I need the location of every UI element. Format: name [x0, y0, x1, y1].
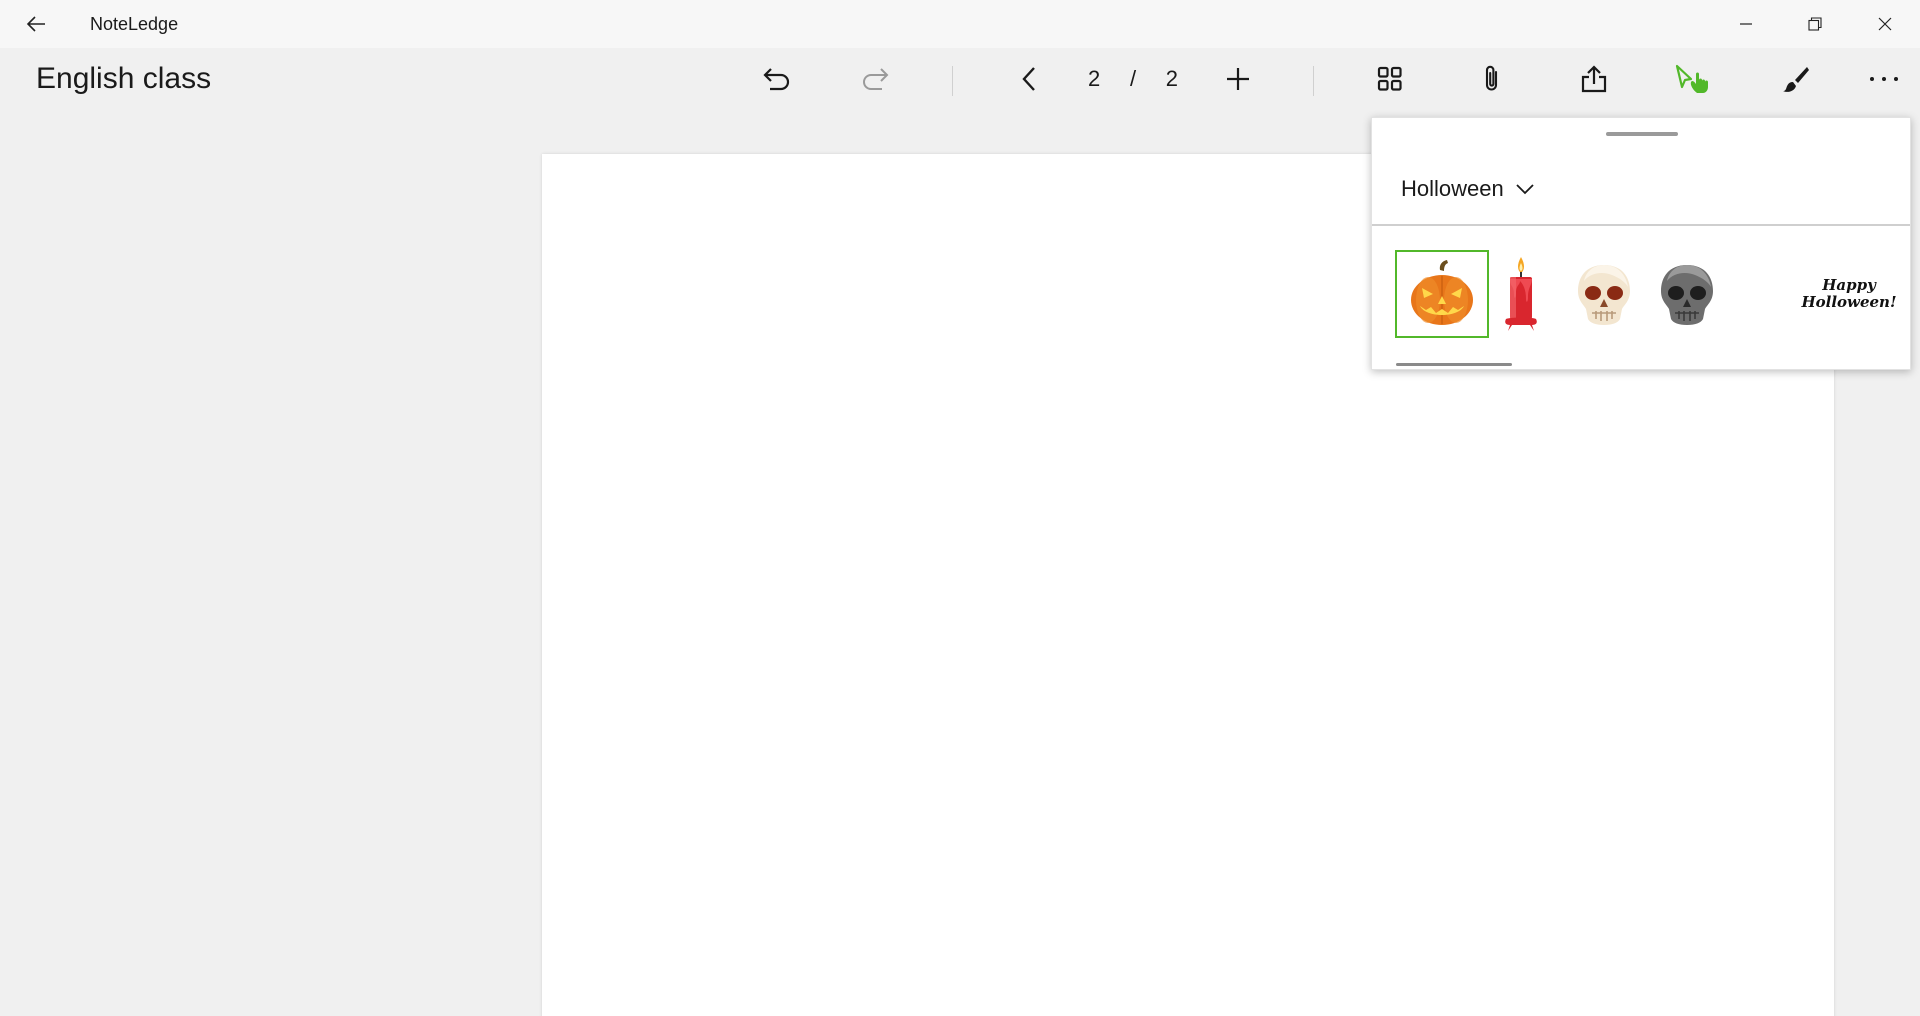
- total-pages: 2: [1165, 66, 1178, 91]
- sticker-skull-white[interactable]: [1557, 250, 1651, 338]
- jack-o-lantern-icon: [1411, 260, 1473, 325]
- sticker-category-label: Holloween: [1401, 176, 1504, 201]
- share-icon: [1581, 65, 1607, 93]
- redo-button[interactable]: [848, 58, 904, 100]
- previous-page-icon: [1022, 67, 1035, 91]
- sticker-scrollbar[interactable]: [1396, 363, 1512, 366]
- add-page-icon: [1227, 68, 1249, 90]
- restore-icon: [1808, 17, 1822, 31]
- toolbar-divider: [1313, 66, 1314, 96]
- skull-white-icon: [1578, 265, 1630, 325]
- previous-page-button[interactable]: [1001, 58, 1057, 100]
- sticker-red-candle[interactable]: [1474, 250, 1568, 338]
- add-page-button[interactable]: [1210, 58, 1266, 100]
- sticker-happy-holloween[interactable]: Happy Holloween!: [1801, 250, 1896, 338]
- undo-icon: [763, 68, 790, 91]
- attachment-icon: [1485, 65, 1498, 91]
- app-title: NoteLedge: [90, 14, 179, 34]
- redo-icon: [863, 68, 889, 90]
- back-arrow-icon: [26, 16, 45, 32]
- page-indicator: 2 / 2: [1088, 66, 1178, 92]
- sticker-category-dropdown[interactable]: Holloween: [1401, 176, 1534, 202]
- undo-button[interactable]: [748, 58, 804, 100]
- title-bar: NoteLedge: [0, 0, 1920, 48]
- page-separator: /: [1129, 66, 1137, 91]
- minimize-button[interactable]: [1712, 0, 1780, 48]
- document-title[interactable]: English class: [36, 62, 211, 96]
- select-touch-icon: [1675, 64, 1708, 93]
- back-button[interactable]: [16, 8, 56, 40]
- brush-icon: [1783, 67, 1809, 92]
- happy-holloween-lettering: Happy Holloween!: [1801, 276, 1897, 311]
- chevron-down-icon: [1516, 184, 1534, 195]
- more-icon: [1870, 77, 1898, 81]
- skull-grey-icon: [1661, 265, 1713, 325]
- share-button[interactable]: [1566, 58, 1622, 100]
- brush-button[interactable]: [1768, 58, 1824, 100]
- more-button[interactable]: [1856, 58, 1912, 100]
- panel-drag-handle[interactable]: [1606, 132, 1678, 136]
- thumbnails-icon: [1377, 66, 1402, 91]
- sticker-skull-grey[interactable]: [1640, 250, 1734, 338]
- close-icon: [1878, 17, 1892, 31]
- attachment-button[interactable]: [1464, 58, 1520, 100]
- toolbar-divider: [952, 66, 953, 96]
- select-touch-tool-button[interactable]: [1667, 58, 1723, 100]
- current-page: 2: [1088, 66, 1101, 91]
- panel-divider: [1372, 224, 1910, 226]
- restore-button[interactable]: [1781, 0, 1849, 48]
- close-button[interactable]: [1851, 0, 1919, 48]
- sticker-panel: Holloween Happy Holloween!: [1371, 117, 1911, 370]
- candle-icon: [1505, 257, 1537, 331]
- thumbnails-button[interactable]: [1362, 58, 1418, 100]
- minimize-icon: [1740, 23, 1752, 25]
